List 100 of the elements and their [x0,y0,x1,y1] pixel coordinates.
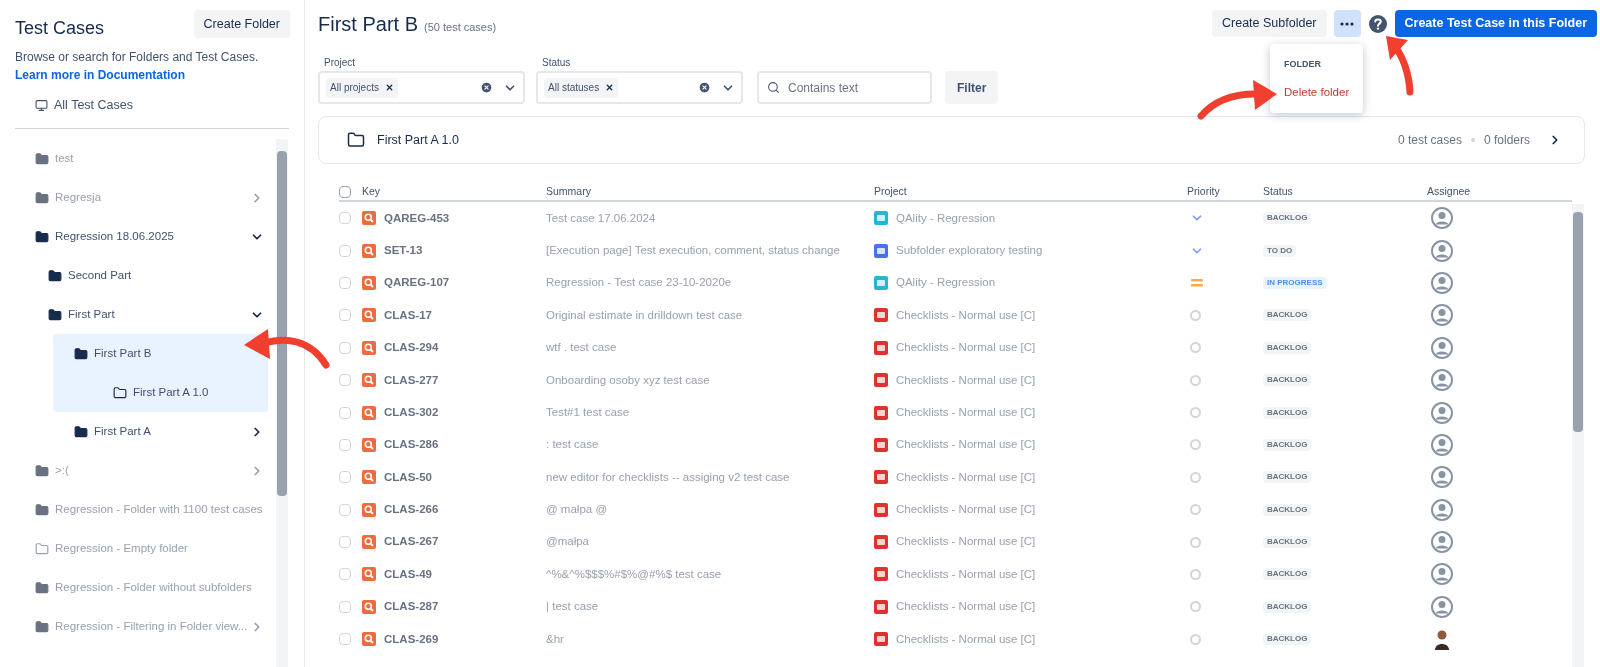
folder-name: First Part [68,306,115,322]
row-checkbox[interactable] [339,503,351,516]
column-header[interactable]: Summary [546,184,874,200]
menu-item[interactable]: Delete folder [1270,79,1363,105]
test-case-key[interactable]: QAREG-453 [384,209,450,227]
test-case-icon [362,567,376,582]
row-checkbox[interactable] [339,276,351,289]
row-checkbox[interactable] [339,244,351,257]
row-checkbox[interactable] [339,536,351,549]
project-name: QAlity - Regression [896,210,996,226]
project-name: Checklists - Normal use [C] [896,502,1036,518]
create-folder-button[interactable]: Create Folder [193,10,290,38]
test-case-icon [362,211,376,226]
folder-icon [35,619,49,634]
row-checkbox[interactable] [339,341,351,354]
row-checkbox[interactable] [339,406,351,419]
filter-button[interactable]: Filter [945,71,999,104]
search-input[interactable]: Contains text [788,78,922,97]
create-test-case-button[interactable]: Create Test Case in this Folder [1394,10,1597,37]
row-checkbox[interactable] [339,438,351,451]
test-case-summary: @ małpa @ [546,502,609,518]
row-checkbox[interactable] [339,568,351,581]
documentation-link[interactable]: Learn more in Documentation [0,66,304,84]
test-case-key[interactable]: CLAS-17 [384,306,432,324]
test-case-key[interactable]: CLAS-302 [384,403,439,422]
status-lozenge: BACKLOG [1263,471,1312,484]
test-case-key[interactable]: QAREG-107 [384,274,450,292]
test-case-key[interactable]: CLAS-277 [384,371,439,389]
folder-name: Regression - Filtering in Folder view... [55,618,248,634]
search-field[interactable]: Contains text [757,71,932,104]
column-header[interactable]: Key [362,184,546,200]
test-case-key[interactable]: CLAS-50 [384,468,432,486]
folder-name: Regression - Folder with 1100 test cases [55,501,263,517]
row-checkbox[interactable] [339,600,351,613]
folder-icon [74,346,88,361]
sidebar-title: Test Cases [15,17,105,40]
select-all-checkbox[interactable] [339,186,351,198]
test-case-key[interactable]: SET-13 [384,241,423,260]
test-case-summary: Regression - Test case 23-10-2020e [546,275,733,291]
subfolder-name: First Part A 1.0 [377,131,459,149]
create-subfolder-button[interactable]: Create Subfolder [1212,10,1327,37]
folder-outline-icon [347,131,365,149]
test-case-icon [362,470,376,485]
clear-icon[interactable] [480,81,493,94]
row-checkbox[interactable] [339,471,351,484]
test-case-key[interactable]: CLAS-269 [384,630,439,648]
column-header[interactable]: Assignee [1427,184,1572,200]
folder-name: Regresja [55,189,102,205]
test-case-summary: &hr [546,631,565,647]
folder-icon [74,424,88,439]
project-name: QAlity - Regression [896,275,996,291]
test-case-icon [362,535,376,550]
row-checkbox[interactable] [339,633,351,646]
menu-heading: FOLDER [1283,58,1322,71]
row-checkbox[interactable] [339,374,351,387]
test-case-key[interactable]: CLAS-266 [384,501,439,519]
help-icon[interactable] [1367,13,1388,34]
subfolder-card[interactable]: First Part A 1.0 0 test cases 0 folders [318,116,1585,164]
status-lozenge: BACKLOG [1263,341,1312,354]
filter-select[interactable]: All projects [318,71,525,104]
status-lozenge: TO DO [1263,244,1297,257]
project-name: Checklists - Normal use [C] [896,340,1036,356]
filter-chip[interactable]: All statuses [544,77,619,98]
column-header[interactable]: Priority [1187,184,1263,200]
test-case-key[interactable]: CLAS-267 [384,533,439,551]
scrollbar-thumb[interactable] [277,151,287,496]
column-header[interactable]: Project [874,184,1187,200]
scrollbar-thumb[interactable] [1573,212,1583,432]
test-case-key[interactable]: CLAS-294 [384,339,439,357]
filter-chip[interactable]: All projects [326,77,398,98]
more-button[interactable] [1333,10,1361,37]
folder-icon [48,307,62,322]
test-case-summary: Original estimate in drilldown test case [546,307,744,323]
all-test-cases-item[interactable]: All Test Cases [54,95,133,115]
folder-icon [35,502,49,517]
monitor-icon [35,98,48,112]
test-case-key[interactable]: CLAS-49 [384,565,432,584]
test-case-key[interactable]: CLAS-286 [384,436,439,454]
test-case-icon [362,373,376,388]
test-case-summary: wtf . test case [546,340,618,356]
filter-label: Status [542,56,572,70]
status-lozenge: BACKLOG [1263,503,1312,516]
test-case-icon [362,275,376,290]
more-icon [1340,21,1355,26]
clear-icon[interactable] [698,81,711,94]
column-header[interactable]: Status [1263,184,1427,200]
remove-icon[interactable] [384,83,394,92]
folder-icon [35,580,49,595]
folder-name: First Part B [94,345,152,361]
test-case-summary: Test case 17.06.2024 [546,210,657,226]
annotation-arrow [1386,36,1414,96]
status-lozenge: BACKLOG [1263,406,1312,419]
test-case-key[interactable]: CLAS-287 [384,598,439,616]
row-checkbox[interactable] [339,309,351,322]
test-case-icon [362,243,376,258]
test-case-summary: new editor for checklists -- assiging v2 test case [546,469,791,485]
filter-select[interactable]: All statuses [536,71,743,104]
row-checkbox[interactable] [339,212,351,225]
folder-name: Regression - Empty folder [55,540,188,556]
remove-icon[interactable] [605,83,615,92]
